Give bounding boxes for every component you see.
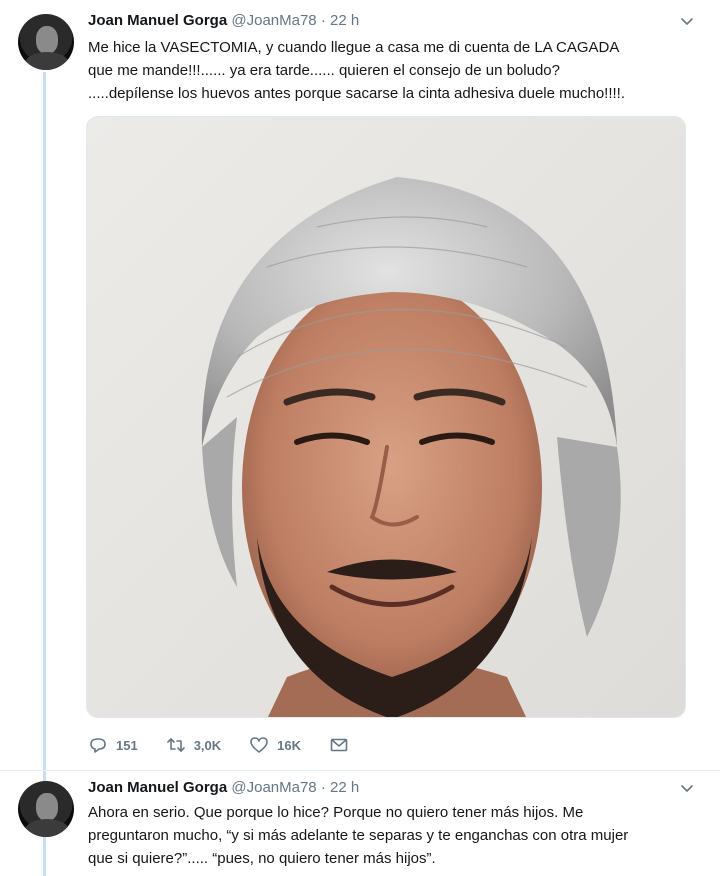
selfie-photo-illustration — [87, 117, 685, 717]
direct-message-action[interactable] — [329, 735, 357, 755]
avatar-face — [36, 793, 58, 821]
tweet: Joan Manuel Gorga @JoanMa78 · 22 h Ahora… — [0, 770, 720, 876]
retweet-action[interactable]: 3,0K — [166, 735, 221, 755]
envelope-icon — [330, 738, 348, 752]
tweet-actions: 151 3,0K 16K — [88, 733, 385, 757]
retweet-icon — [166, 738, 185, 752]
tweet-text-line: que si quiere?”..... “pues, no quiero te… — [88, 850, 436, 867]
avatar-shoulders — [24, 52, 70, 70]
chevron-down-icon[interactable] — [678, 779, 696, 797]
tweet-text-line: Ahora en serio. Que porque lo hice? Porq… — [88, 804, 584, 821]
avatar-face — [36, 26, 58, 54]
avatar[interactable] — [18, 781, 74, 837]
tweet: Joan Manuel Gorga @JoanMa78 · 22 h Me hi… — [0, 0, 720, 770]
author-name[interactable]: Joan Manuel Gorga — [88, 779, 227, 796]
like-count: 16K — [277, 737, 302, 753]
reply-icon — [90, 738, 106, 753]
tweet-text-line: .....depílense los huevos antes porque s… — [88, 85, 625, 102]
timestamp[interactable]: 22 h — [330, 779, 359, 796]
tweet-text: Me hice la VASECTOMIA, y cuando llegue a… — [88, 36, 688, 105]
author-handle[interactable]: @JoanMa78 — [231, 779, 316, 796]
timestamp[interactable]: 22 h — [330, 12, 359, 29]
tweet-header: Joan Manuel Gorga @JoanMa78 · 22 h — [88, 779, 359, 796]
tweet-text: Ahora en serio. Que porque lo hice? Porq… — [88, 801, 688, 870]
tweet-photo[interactable] — [86, 116, 686, 718]
tweet-text-line: que me mande!!!...... ya era tarde......… — [88, 62, 560, 79]
tweet-header: Joan Manuel Gorga @JoanMa78 · 22 h — [88, 12, 359, 29]
avatar[interactable] — [18, 14, 74, 70]
author-handle[interactable]: @JoanMa78 — [231, 12, 316, 29]
like-action[interactable]: 16K — [249, 735, 301, 755]
tweet-text-line: Me hice la VASECTOMIA, y cuando llegue a… — [88, 39, 620, 56]
separator-dot: · — [320, 779, 326, 796]
separator-dot: · — [320, 12, 326, 29]
retweet-count: 3,0K — [193, 737, 222, 753]
author-name[interactable]: Joan Manuel Gorga — [88, 12, 227, 29]
reply-action[interactable]: 151 — [88, 735, 138, 755]
chevron-down-icon[interactable] — [678, 12, 696, 30]
heart-icon — [250, 737, 268, 753]
reply-count: 151 — [116, 737, 138, 753]
tweet-text-line: preguntaron mucho, “y si más adelante te… — [88, 827, 629, 844]
avatar-shoulders — [24, 819, 70, 837]
